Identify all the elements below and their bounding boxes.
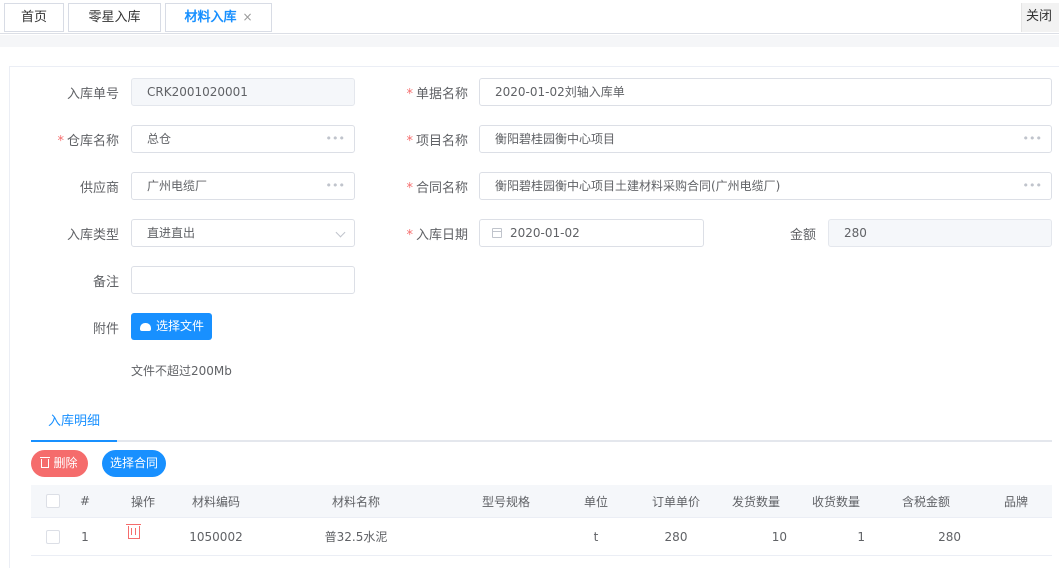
contract-label: * 合同名称	[380, 177, 468, 196]
label-text: 入库日期	[415, 228, 468, 243]
tab-home[interactable]: 首页	[4, 3, 64, 32]
supplier-label: 供应商	[40, 177, 119, 196]
field-value: 直进直出	[147, 226, 196, 240]
label-text: 仓库名称	[66, 134, 119, 149]
field-value: 衡阳碧桂园衡中心项目土建材料采购合同(广州电缆厂)	[495, 179, 781, 193]
remark-field[interactable]	[131, 266, 355, 294]
select-all-cell	[31, 485, 75, 517]
tab-bar: 首页 零星入库 材料入库 × 关闭	[0, 0, 1059, 34]
button-label: 选择文件	[156, 319, 205, 333]
label-text: 单据名称	[415, 87, 468, 102]
field-value: 广州电缆厂	[147, 179, 208, 193]
label-text: 供应商	[79, 181, 119, 196]
column-header: 发货数量	[731, 494, 780, 509]
divider	[0, 35, 1059, 47]
warehouse-field[interactable]: 总仓 •••	[131, 125, 355, 153]
row-action-cell	[123, 514, 163, 551]
table-row: 1 1050002 普32.5水泥 t 280 10 1 280	[31, 518, 1052, 556]
field-value: 总仓	[147, 132, 172, 146]
label-text: 项目名称	[415, 134, 468, 149]
tab-sporadic-inbound[interactable]: 零星入库	[68, 3, 161, 32]
chevron-down-icon	[335, 227, 346, 238]
column-header: 收货数量	[811, 494, 860, 509]
contract-field[interactable]: 衡阳碧桂园衡中心项目土建材料采购合同(广州电缆厂) •••	[479, 172, 1052, 200]
table-header: # 操作 材料编码 材料名称 型号规格 单位 订单单价 发货数量 收货数量 含税…	[31, 485, 1052, 518]
column-header: 含税金额	[901, 494, 950, 509]
tab-inbound-detail[interactable]: 入库明细	[31, 407, 117, 442]
attachment-label: 附件	[40, 318, 119, 337]
spacer	[0, 47, 1059, 66]
more-icon[interactable]: •••	[326, 173, 345, 199]
tax-amount: 280	[938, 529, 961, 544]
doc-name-field[interactable]: 2020-01-02刘轴入库单	[479, 78, 1052, 106]
trash-icon	[40, 457, 51, 468]
warehouse-label: * 仓库名称	[40, 130, 119, 149]
field-value: 2020-01-02	[510, 226, 580, 240]
column-header: 品牌	[1003, 494, 1028, 509]
column-header: 订单单价	[651, 494, 700, 509]
label-text: 合同名称	[415, 181, 468, 196]
type-select[interactable]: 直进直出	[131, 219, 355, 247]
supplier-field[interactable]: 广州电缆厂 •••	[131, 172, 355, 200]
calendar-icon	[492, 228, 502, 238]
required-mark: *	[406, 181, 413, 196]
row-checkbox[interactable]	[46, 529, 60, 544]
column-header: 单位	[583, 494, 608, 509]
required-mark: *	[406, 228, 413, 243]
close-all-button[interactable]: 关闭	[1021, 3, 1059, 32]
cloud-upload-icon	[140, 323, 151, 331]
select-contract-button[interactable]: 选择合同	[102, 450, 166, 477]
shipped-qty: 10	[771, 529, 787, 544]
receipt-no-field[interactable]: CRK2001020001	[131, 78, 355, 106]
label-text: 金额	[789, 228, 816, 243]
project-label: * 项目名称	[380, 130, 468, 149]
brand	[991, 518, 1041, 555]
remark-label: 备注	[40, 271, 119, 290]
choose-file-button[interactable]: 选择文件	[131, 313, 212, 340]
required-mark: *	[406, 134, 413, 149]
tab-label: 材料入库	[184, 10, 237, 25]
material-name: 普32.5水泥	[324, 530, 388, 544]
amount-field[interactable]: 280	[828, 219, 1052, 247]
received-qty: 1	[857, 529, 865, 544]
select-all-checkbox[interactable]	[46, 494, 60, 508]
date-label: * 入库日期	[380, 224, 468, 243]
order-price: 280	[664, 529, 688, 544]
column-header: 材料名称	[331, 494, 380, 509]
amount-label: 金额	[760, 224, 816, 243]
tab-label: 零星入库	[88, 10, 141, 25]
detail-tabs: 入库明细	[31, 407, 1052, 442]
receipt-no-label: 入库单号	[40, 83, 119, 102]
label-text: 入库类型	[66, 228, 119, 243]
column-header: 材料编码	[191, 494, 240, 509]
required-mark: *	[406, 87, 413, 102]
more-icon[interactable]: •••	[1023, 126, 1042, 152]
more-icon[interactable]: •••	[326, 126, 345, 152]
doc-name-label: * 单据名称	[380, 83, 468, 102]
upload-hint: 文件不超过200Mb	[131, 364, 232, 378]
row-select-cell	[31, 518, 75, 555]
row-index: 1	[81, 529, 89, 544]
required-mark: *	[57, 134, 64, 149]
button-label: 删除	[53, 456, 78, 470]
close-icon[interactable]: ×	[242, 10, 252, 24]
type-label: 入库类型	[40, 224, 119, 243]
column-header: 操作	[130, 494, 155, 509]
delete-button[interactable]: 删除	[31, 450, 88, 477]
label-text: 附件	[92, 322, 119, 337]
more-icon[interactable]: •••	[1023, 173, 1042, 199]
unit: t	[593, 529, 599, 544]
column-header: #	[79, 494, 91, 508]
date-picker[interactable]: 2020-01-02	[479, 219, 704, 247]
tab-label: 首页	[20, 10, 47, 25]
label-text: 备注	[92, 275, 119, 290]
tab-material-inbound[interactable]: 材料入库 ×	[165, 3, 272, 32]
column-header: 型号规格	[481, 494, 530, 509]
project-field[interactable]: 衡阳碧桂园衡中心项目 •••	[479, 125, 1052, 153]
trash-icon[interactable]	[126, 524, 141, 539]
label-text: 入库单号	[66, 87, 119, 102]
field-value: 衡阳碧桂园衡中心项目	[495, 132, 616, 146]
model-spec	[461, 518, 551, 555]
material-code: 1050002	[189, 529, 243, 544]
